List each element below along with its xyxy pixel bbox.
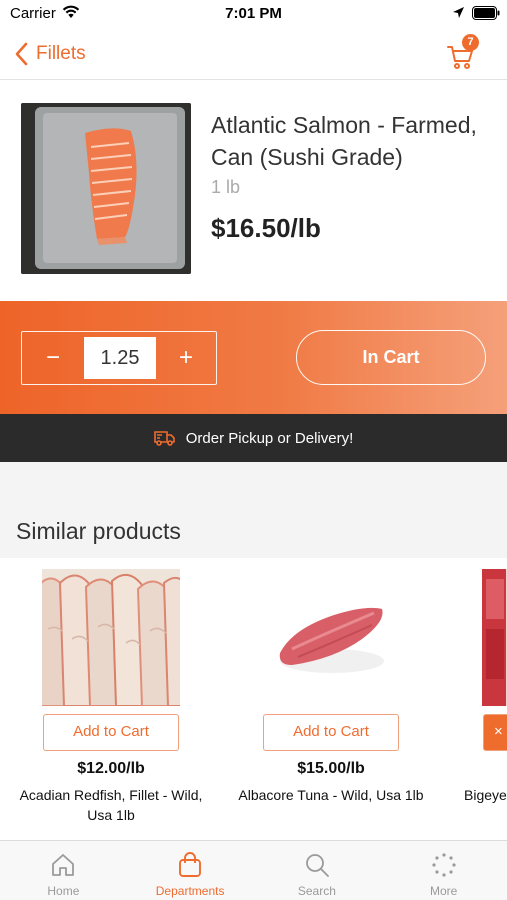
similar-product-name: Bigeye [464, 787, 507, 803]
quantity-field[interactable]: 1.25 [84, 337, 156, 379]
battery-icon [472, 6, 500, 20]
nav-bar: Fillets 7 [0, 28, 507, 80]
product-image [482, 569, 507, 706]
decrease-quantity-button[interactable]: − [22, 332, 84, 383]
similar-product-name: Acadian Redfish, Fillet - Wild, Usa 1lb [19, 787, 203, 823]
more-icon [432, 853, 456, 877]
shopping-bag-icon [179, 852, 202, 877]
product-name: Atlantic Salmon - Farmed, Can (Sushi Gra… [211, 112, 477, 170]
cart-action-band: − 1.25 + In Cart [0, 301, 507, 414]
chevron-left-icon [15, 42, 28, 66]
tab-home[interactable]: Home [0, 841, 127, 900]
status-bar: Carrier 7:01 PM [0, 0, 507, 28]
tab-label: Departments [155, 884, 225, 898]
similar-products-title: Similar products [16, 518, 181, 544]
pickup-delivery-banner[interactable]: Order Pickup or Delivery! [0, 414, 507, 462]
tab-search[interactable]: Search [254, 841, 381, 900]
back-button[interactable]: Fillets [14, 38, 86, 70]
product-image [42, 569, 180, 706]
tab-bar: Home Departments Search More [0, 840, 507, 900]
delivery-truck-icon [153, 431, 175, 446]
delivery-banner-text: Order Pickup or Delivery! [185, 429, 354, 447]
similar-product-card[interactable]: Add to Cart $12.00/lb Acadian Redfish, F… [0, 558, 220, 840]
tab-label: Home [47, 884, 80, 898]
increase-quantity-button[interactable]: + [156, 332, 216, 383]
in-cart-button[interactable]: In Cart [296, 330, 486, 385]
tab-departments[interactable]: Departments [127, 841, 254, 900]
similar-product-price: $12.00/lb [77, 760, 145, 777]
similar-product-card[interactable]: Add to Cart $15.00/lb Albacore Tuna - Wi… [220, 558, 440, 840]
product-image [21, 103, 191, 274]
add-to-cart-partial-icon: × [494, 723, 503, 740]
status-time: 7:01 PM [225, 5, 282, 22]
product-unit: 1 lb [211, 177, 241, 197]
tab-more[interactable]: More [380, 841, 507, 900]
product-header: Atlantic Salmon - Farmed, Can (Sushi Gra… [0, 81, 507, 301]
similar-products-carousel[interactable]: Add to Cart $12.00/lb Acadian Redfish, F… [0, 558, 507, 840]
quantity-stepper[interactable]: − 1.25 + [21, 331, 217, 385]
cart-button[interactable]: 7 [446, 34, 486, 72]
location-arrow-icon [453, 7, 464, 18]
add-to-cart-button[interactable]: × [483, 714, 507, 751]
add-to-cart-button[interactable]: Add to Cart [263, 714, 399, 751]
product-price: $16.50/lb [211, 213, 321, 243]
add-to-cart-button[interactable]: Add to Cart [43, 714, 179, 751]
back-label: Fillets [36, 43, 86, 64]
tab-label: Search [297, 884, 336, 898]
cart-count-badge: 7 [462, 34, 479, 51]
product-image [262, 569, 400, 706]
tab-label: More [429, 884, 458, 898]
similar-product-name: Albacore Tuna - Wild, Usa 1lb [238, 787, 424, 803]
similar-product-price: $15.00/lb [297, 760, 365, 777]
similar-product-card[interactable]: × Bigeye [440, 558, 507, 840]
search-icon [305, 854, 329, 877]
home-icon [52, 854, 75, 876]
